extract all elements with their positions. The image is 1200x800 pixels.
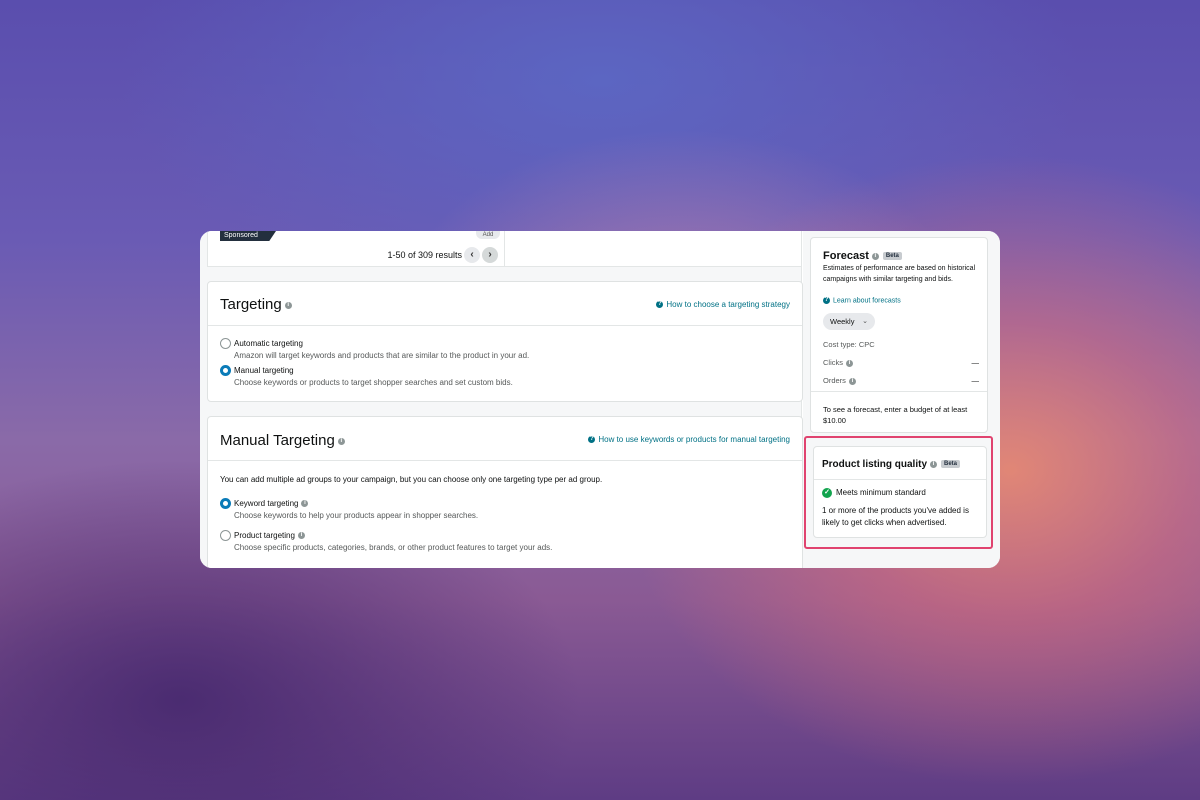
chevron-right-icon: › (488, 249, 492, 260)
info-icon[interactable]: i (930, 460, 938, 468)
help-link-text: How to choose a targeting strategy (666, 300, 790, 309)
product-listing-quality-card: Product listing quality i Beta ✓ Meets mini… (813, 446, 987, 538)
automatic-targeting-label: Automatic targeting (234, 339, 303, 348)
listing-quality-title-text: Product listing quality (822, 459, 928, 470)
manual-targeting-card-header: Manual Targeting i ? How to use keywords o… (208, 417, 802, 461)
sponsored-tag: Sponsored (220, 231, 276, 241)
beta-badge: Beta (941, 460, 961, 469)
main-column: Sponsored Add 1-50 of 309 results ‹ › Ta… (200, 231, 803, 568)
manual-targeting-radio[interactable] (220, 365, 231, 376)
listing-quality-status-text: Meets minimum standard (836, 488, 926, 498)
automatic-targeting-description: Amazon will target keywords and products… (234, 351, 530, 360)
add-button[interactable]: Add (476, 231, 500, 239)
check-circle-icon: ✓ (822, 488, 832, 498)
forecast-period-value: Weekly (830, 317, 855, 326)
results-count: 1-50 of 309 results (387, 250, 462, 260)
manual-targeting-help-link[interactable]: ? How to use keywords or products for man… (588, 435, 790, 444)
orders-metric: Orders i — (823, 376, 979, 385)
listing-quality-title: Product listing quality i Beta (822, 459, 961, 470)
orders-label: Orders (823, 376, 846, 385)
forecast-title-text: Forecast (823, 250, 869, 262)
keyword-targeting-label: Keyword targeting i (234, 499, 309, 508)
info-icon[interactable]: i (848, 377, 856, 385)
help-icon: ? (588, 436, 596, 444)
targeting-title-text: Targeting (220, 296, 282, 313)
info-icon[interactable]: i (297, 532, 305, 540)
manual-targeting-title-text: Manual Targeting (220, 432, 335, 449)
divider (504, 231, 505, 266)
cost-type: Cost type: CPC (823, 340, 875, 349)
product-targeting-description: Choose specific products, categories, br… (234, 543, 553, 552)
chevron-down-icon: ⌄ (862, 318, 868, 325)
learn-link-text: Learn about forecasts (833, 297, 901, 305)
keyword-targeting-label-text: Keyword targeting (234, 499, 299, 508)
divider (814, 479, 986, 480)
clicks-metric: Clicks i — (823, 358, 979, 367)
info-icon[interactable]: i (337, 437, 345, 445)
orders-value: — (971, 376, 980, 385)
forecast-description: Estimates of performance are based on hi… (823, 265, 976, 283)
beta-badge: Beta (882, 252, 902, 261)
forecast-period-select[interactable]: Weekly ⌄ (823, 313, 875, 330)
info-icon[interactable]: i (871, 252, 879, 260)
info-icon[interactable]: i (301, 500, 309, 508)
next-page-button[interactable]: › (482, 247, 498, 263)
listing-quality-status: ✓ Meets minimum standard (822, 488, 926, 498)
product-targeting-label-text: Product targeting (234, 531, 295, 540)
previous-page-button[interactable]: ‹ (464, 247, 480, 263)
help-link-text: How to use keywords or products for manu… (598, 435, 790, 444)
targeting-card-header: Targeting i ? How to choose a targeting st… (208, 282, 802, 326)
product-results-strip: Sponsored Add 1-50 of 309 results ‹ › (207, 231, 802, 267)
clicks-label: Clicks (823, 358, 843, 367)
help-icon: ? (656, 301, 664, 309)
manual-targeting-description: Choose keywords or products to target sh… (234, 378, 513, 387)
automatic-targeting-radio[interactable] (220, 338, 231, 349)
targeting-strategy-help-link[interactable]: ? How to choose a targeting strategy (656, 300, 790, 309)
info-icon[interactable]: i (284, 301, 292, 309)
info-icon[interactable]: i (846, 359, 853, 367)
forecast-budget-note: To see a forecast, enter a budget of at … (823, 405, 968, 425)
divider (811, 391, 987, 392)
chevron-left-icon: ‹ (470, 249, 474, 260)
keyword-targeting-description: Choose keywords to help your products ap… (234, 511, 479, 520)
product-targeting-label: Product targeting i (234, 531, 305, 540)
side-column: Forecast i Beta Estimates of performance a… (803, 231, 1000, 568)
targeting-card: Targeting i ? How to choose a targeting st… (207, 281, 803, 402)
help-icon: ? (823, 297, 830, 304)
forecast-title: Forecast i Beta (823, 250, 902, 262)
listing-quality-description: 1 or more of the products you've added i… (822, 506, 969, 527)
manual-targeting-title: Manual Targeting i (220, 432, 345, 449)
clicks-value: — (971, 358, 980, 367)
learn-about-forecasts-link[interactable]: ? Learn about forecasts (823, 297, 901, 304)
manual-targeting-label: Manual targeting (234, 366, 294, 375)
keyword-targeting-radio[interactable] (220, 498, 231, 509)
campaign-builder-window: Sponsored Add 1-50 of 309 results ‹ › Ta… (200, 231, 1000, 568)
product-targeting-radio[interactable] (220, 530, 231, 541)
forecast-card: Forecast i Beta Estimates of performance a… (810, 237, 988, 433)
ad-group-intro-text: You can add multiple ad groups to your c… (220, 475, 603, 484)
targeting-title: Targeting i (220, 296, 292, 313)
manual-targeting-card: Manual Targeting i ? How to use keywords o… (207, 416, 803, 568)
